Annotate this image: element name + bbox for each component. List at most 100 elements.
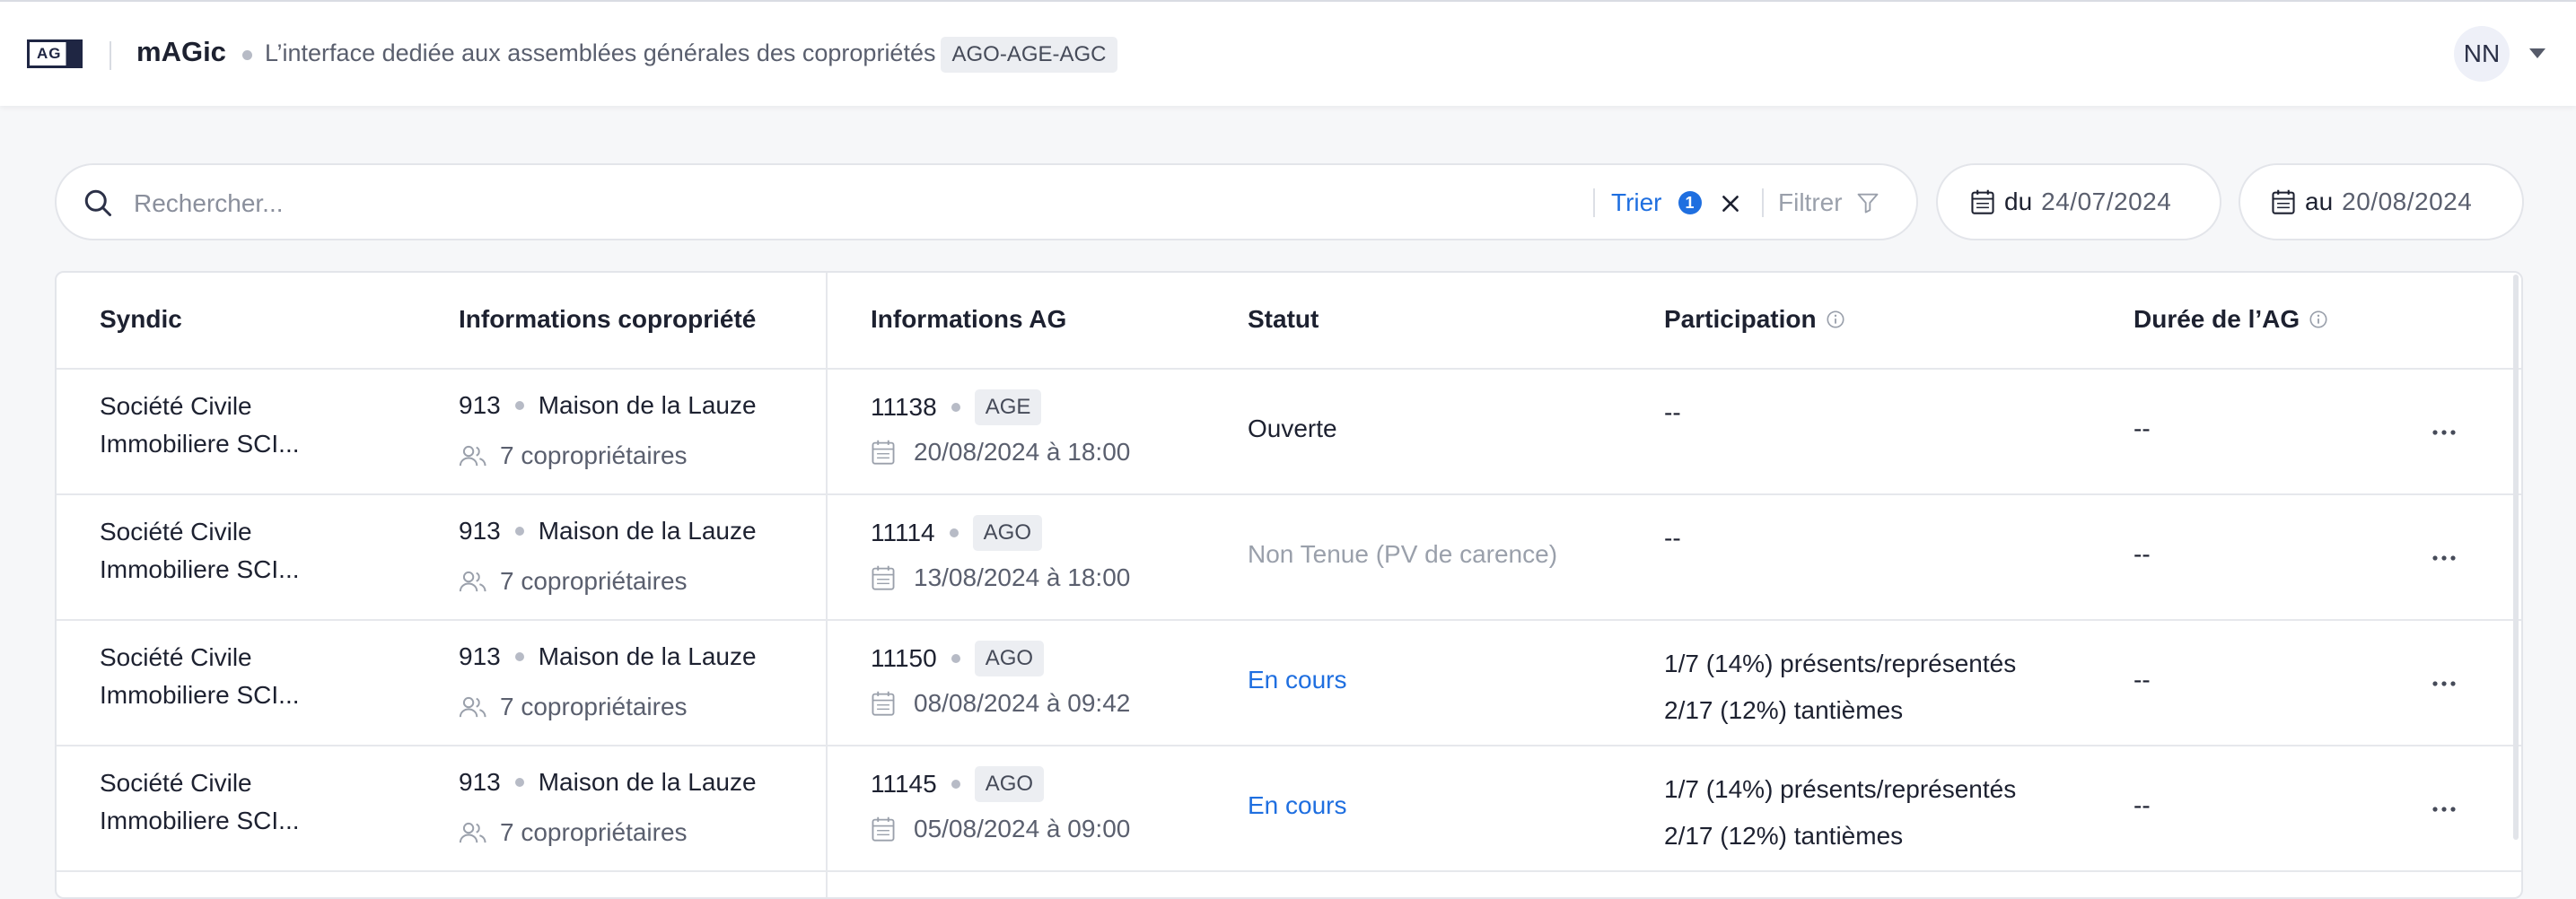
date-from-value: 24/07/2024: [2041, 188, 2172, 215]
copro-id: 913: [459, 768, 501, 796]
table-row[interactable]: Société Civile Immobiliere SCI... 913 Ma…: [57, 746, 2521, 872]
filter-icon: [1857, 193, 1878, 214]
ag-id: 11114: [871, 519, 935, 546]
table-row[interactable]: Société Civile Immobiliere SCI... 913 Ma…: [57, 495, 2521, 621]
owners-count: 7 copropriétaires: [500, 693, 688, 720]
date-from-picker[interactable]: du 24/07/2024: [1936, 163, 2221, 240]
more-icon[interactable]: [2426, 420, 2462, 445]
calendar-icon: [872, 816, 895, 842]
users-icon: [459, 445, 486, 467]
more-icon[interactable]: [2426, 546, 2462, 571]
users-icon: [459, 822, 486, 843]
column-label: Participation: [1664, 305, 1817, 333]
copro-info: 913 Maison de la Lauze: [459, 517, 757, 546]
search-icon: [84, 189, 111, 216]
search-input[interactable]: [132, 183, 1482, 224]
filter-label: Filtrer: [1778, 188, 1843, 216]
status-text: En cours: [1248, 666, 1347, 694]
ag-date-text: 05/08/2024 à 09:00: [914, 815, 1131, 842]
copro-name: Maison de la Lauze: [538, 391, 757, 419]
syndic-name: Société Civile Immobiliere SCI...: [100, 643, 300, 709]
participation: --: [1664, 389, 1681, 436]
user-avatar[interactable]: NN: [2454, 26, 2510, 82]
toolbar-divider: [1593, 188, 1595, 217]
syndic-name: Société Civile Immobiliere SCI...: [100, 392, 300, 458]
table-row[interactable]: Société Civile Immobiliere SCI... 913 Ma…: [57, 621, 2521, 746]
ag-type-badge: AGO: [974, 641, 1045, 676]
syndic-name: Société Civile Immobiliere SCI...: [100, 518, 300, 583]
app-name: mAGic: [136, 36, 226, 67]
date-to-picker[interactable]: au 20/08/2024: [2239, 163, 2524, 240]
column-header-syndic[interactable]: Syndic: [100, 305, 182, 334]
copro-name: Maison de la Lauze: [538, 517, 757, 545]
copro-info: 913 Maison de la Lauze: [459, 768, 757, 797]
copro-owners: 7 copropriétaires: [459, 567, 688, 596]
separator-dot: [951, 654, 960, 663]
table-row[interactable]: Société Civile Immobiliere SCI... 913 Ma…: [57, 370, 2521, 495]
separator-dot: [951, 403, 960, 412]
chevron-down-icon[interactable]: [2529, 48, 2545, 58]
sort-button[interactable]: Trier 1: [1611, 185, 1702, 221]
column-label: Durée de l’AG: [2134, 305, 2300, 333]
app-logo[interactable]: AG: [27, 39, 83, 68]
more-icon[interactable]: [2426, 797, 2462, 822]
ag-info: 11138 AGE: [871, 389, 1042, 425]
search-bar: Trier 1 Filtrer: [55, 163, 1918, 240]
ag-types-badge: AGO-AGE-AGC: [941, 37, 1117, 73]
column-header-copropriete[interactable]: Informations copropriété: [459, 305, 756, 334]
copro-info: 913 Maison de la Lauze: [459, 391, 757, 420]
participation-presence: 1/7 (14%) présents/représentés: [1664, 775, 2017, 803]
copro-id: 913: [459, 642, 501, 670]
syndic-name: Société Civile Immobiliere SCI...: [100, 769, 300, 834]
column-header-ag[interactable]: Informations AG: [871, 305, 1066, 334]
copro-info: 913 Maison de la Lauze: [459, 642, 757, 671]
participation-presence: --: [1664, 398, 1681, 426]
calendar-icon: [2272, 189, 2295, 214]
ag-id: 11145: [871, 770, 937, 798]
status-text: En cours: [1248, 791, 1347, 819]
sort-count-badge: 1: [1678, 191, 1702, 214]
ag-duration: --: [2134, 540, 2151, 568]
ag-type-badge: AGO: [974, 766, 1045, 802]
column-label: Informations copropriété: [459, 305, 757, 333]
date-to-label: au: [2305, 188, 2334, 215]
participation-presence: --: [1664, 524, 1681, 552]
column-label: Syndic: [100, 305, 182, 333]
ag-date-text: 20/08/2024 à 18:00: [914, 438, 1131, 466]
column-header-participation[interactable]: Participation: [1664, 305, 1845, 334]
users-icon: [459, 571, 486, 592]
ag-info: 11114 AGO: [871, 515, 1042, 551]
calendar-icon: [872, 565, 895, 590]
participation-tantiemes: 2/17 (12%) tantièmes: [1664, 822, 1904, 850]
copro-name: Maison de la Lauze: [538, 642, 757, 670]
copro-owners: 7 copropriétaires: [459, 693, 688, 721]
ag-info: 11145 AGO: [871, 766, 1045, 802]
owners-count: 7 copropriétaires: [500, 818, 688, 846]
separator-dot: [514, 527, 524, 536]
app-tagline: L’interface dediée aux assemblées généra…: [265, 39, 936, 66]
ag-id: 11138: [871, 393, 937, 421]
info-icon[interactable]: [2309, 310, 2328, 329]
top-header: AG mAGic L’interface dediée aux assemblé…: [0, 0, 2576, 106]
clear-sort-icon[interactable]: [1719, 192, 1742, 215]
column-header-statut[interactable]: Statut: [1248, 305, 1319, 334]
users-icon: [459, 696, 486, 718]
table-scrollbar[interactable]: [2513, 275, 2519, 840]
toolbar-divider: [1762, 188, 1764, 217]
ag-date: 20/08/2024 à 18:00: [871, 438, 1130, 467]
date-from-label: du: [2004, 188, 2033, 215]
ag-table: Syndic Informations copropriété Informat…: [55, 271, 2523, 899]
date-to-value: 20/08/2024: [2342, 188, 2473, 215]
ag-date: 05/08/2024 à 09:00: [871, 815, 1130, 843]
column-header-duree[interactable]: Durée de l’AG: [2134, 305, 2328, 334]
copro-owners: 7 copropriétaires: [459, 818, 688, 847]
ag-duration: --: [2134, 791, 2151, 819]
column-label: Statut: [1248, 305, 1319, 333]
more-icon[interactable]: [2426, 671, 2462, 696]
filter-button[interactable]: Filtrer: [1778, 185, 1880, 221]
table-header: Syndic Informations copropriété Informat…: [57, 273, 2521, 370]
info-icon[interactable]: [1826, 310, 1845, 329]
separator-dot: [951, 780, 960, 789]
status-text: Ouverte: [1248, 415, 1337, 442]
calendar-icon: [872, 691, 895, 716]
